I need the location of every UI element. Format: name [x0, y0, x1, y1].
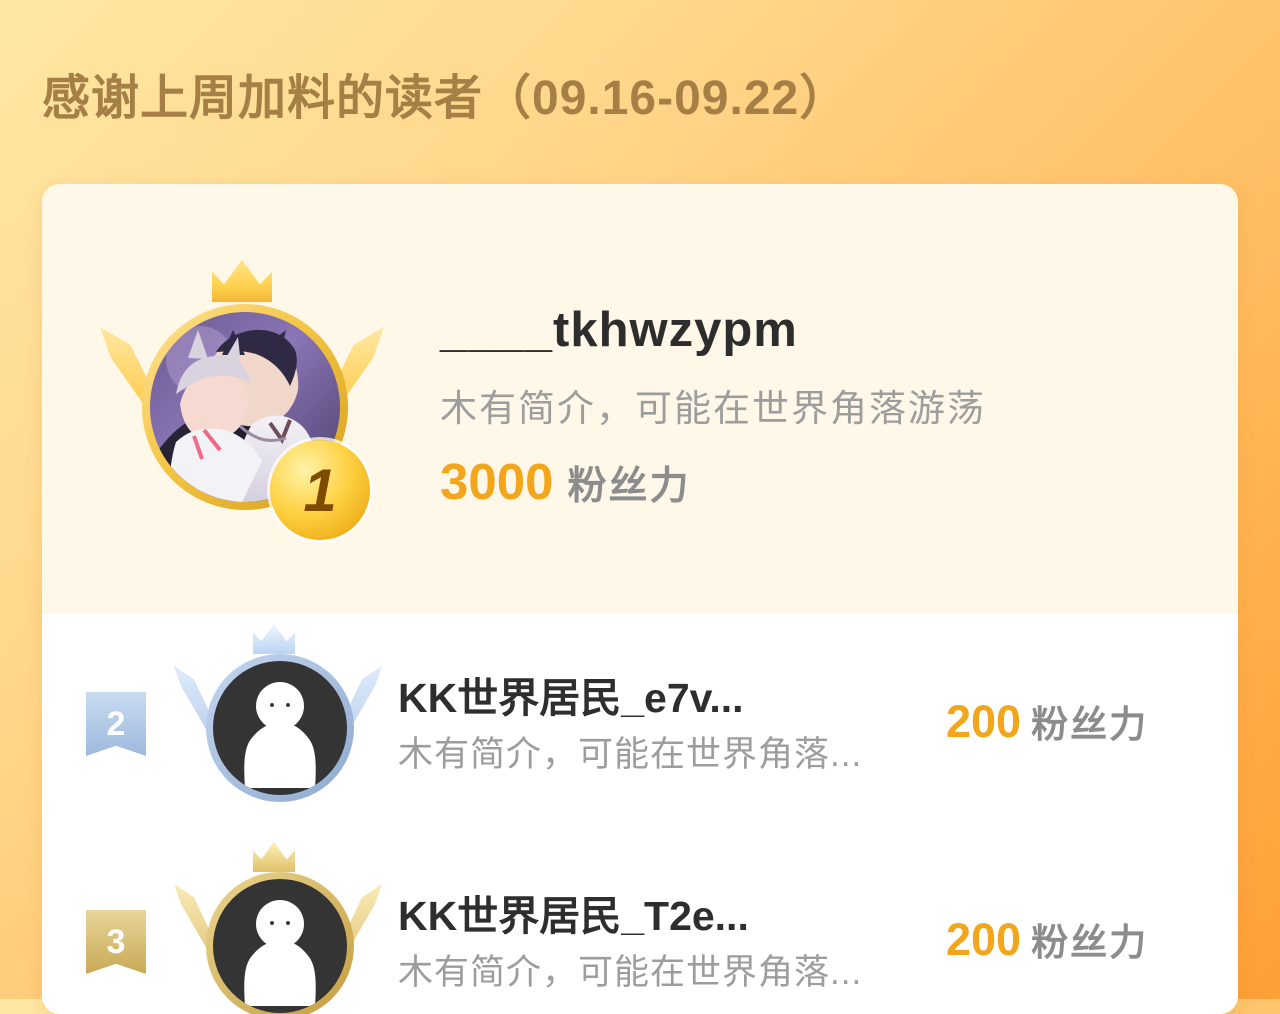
default-user-avatar-icon[interactable] [213, 879, 347, 1013]
rank-1-fans: 3000 粉丝力 [440, 452, 690, 511]
gold-crown-icon [212, 260, 272, 302]
rank-3-bio: 木有简介，可能在世界角落... [398, 953, 863, 992]
list-item[interactable]: 3 KK世界居民_T2e... 木有简介，可能在世界角落... 200 粉丝力 [42, 832, 1238, 1014]
rank-2-fans-label: 粉丝力 [1031, 704, 1149, 745]
rank-3-username[interactable]: KK世界居民_T2e... [398, 882, 749, 942]
default-user-avatar-icon[interactable] [213, 661, 347, 795]
readers-ranking-card: 1 ____tkhwzypm 木有简介，可能在世界角落游荡 3000 粉丝力 2 [42, 184, 1238, 1014]
silver-crown-icon [253, 624, 295, 654]
rank-1-bio: 木有简介，可能在世界角落游荡 [440, 388, 986, 429]
default-user-figure-icon [244, 900, 316, 1006]
lower-ranks-list: 2 KK世界居民_e7v... 木有简介，可能在世界角落... 200粉丝力 [42, 614, 1238, 1014]
rank-2-bio: 木有简介，可能在世界角落... [398, 735, 863, 774]
rank-3-fans-value: 200 [946, 914, 1022, 965]
rank-1-fans-label: 粉丝力 [567, 465, 691, 508]
silver-rank-badge-icon: 2 [86, 692, 146, 756]
list-item[interactable]: 2 KK世界居民_e7v... 木有简介，可能在世界角落... 200 粉丝力 [42, 614, 1238, 829]
rank-3-avatar-frame[interactable] [206, 872, 354, 1014]
bronze-rank-badge-icon: 3 [86, 910, 146, 974]
rank-3-fans-label: 粉丝力 [1031, 922, 1149, 963]
default-user-figure-icon [244, 682, 316, 788]
rank-1-username[interactable]: ____tkhwzypm [440, 302, 798, 358]
rank-1-fans-value: 3000 [440, 453, 554, 510]
rank-2-avatar-frame[interactable] [206, 654, 354, 802]
rank-2-username[interactable]: KK世界居民_e7v... [398, 664, 744, 724]
rank-3-fans: 200 粉丝力 [946, 912, 1148, 966]
rank-1-section[interactable]: 1 ____tkhwzypm 木有简介，可能在世界角落游荡 3000 粉丝力 [42, 184, 1238, 614]
bronze-crown-icon [253, 842, 295, 872]
rank-2-fans: 200 粉丝力 [946, 694, 1148, 748]
rank-2-fans-value: 200 [946, 696, 1022, 747]
page-title: 感谢上周加料的读者（09.16-09.22） [42, 72, 849, 125]
gold-medal-icon: 1 [270, 440, 370, 540]
